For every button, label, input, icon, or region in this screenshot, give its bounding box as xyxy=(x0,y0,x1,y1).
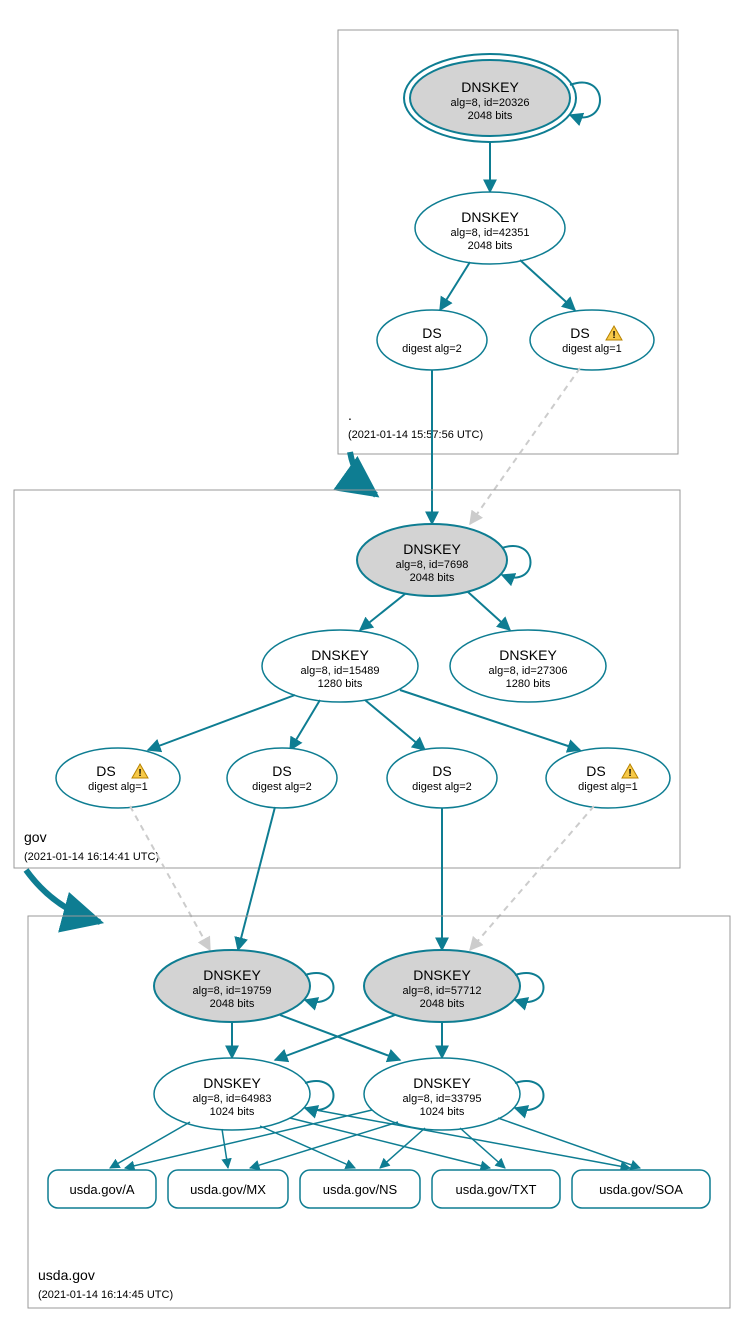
svg-text:1024 bits: 1024 bits xyxy=(210,1106,255,1118)
svg-text:1280 bits: 1280 bits xyxy=(318,678,363,690)
svg-text:DS: DS xyxy=(586,763,605,779)
node-root-ksk: DNSKEY alg=8, id=20326 2048 bits xyxy=(404,54,600,142)
svg-text:usda.gov/TXT: usda.gov/TXT xyxy=(456,1182,537,1197)
svg-text:alg=8, id=7698: alg=8, id=7698 xyxy=(396,559,469,571)
svg-text:DNSKEY: DNSKEY xyxy=(203,967,261,983)
svg-text:2048 bits: 2048 bits xyxy=(410,572,455,584)
svg-text:!: ! xyxy=(138,768,141,779)
node-gov-ksk: DNSKEY alg=8, id=7698 2048 bits xyxy=(357,524,531,596)
svg-text:DNSKEY: DNSKEY xyxy=(461,79,519,95)
node-gov-ds2: DS digest alg=2 xyxy=(227,748,337,808)
svg-text:digest alg=1: digest alg=1 xyxy=(88,781,148,793)
svg-text:alg=8, id=15489: alg=8, id=15489 xyxy=(301,665,380,677)
svg-text:1280 bits: 1280 bits xyxy=(506,678,551,690)
svg-text:alg=8, id=27306: alg=8, id=27306 xyxy=(489,665,568,677)
svg-text:usda.gov/A: usda.gov/A xyxy=(69,1182,134,1197)
node-gov-ds4: DS ! digest alg=1 xyxy=(546,748,670,808)
svg-text:alg=8, id=19759: alg=8, id=19759 xyxy=(193,985,272,997)
node-root-zsk: DNSKEY alg=8, id=42351 2048 bits xyxy=(415,192,565,264)
node-usda-ksk-57712: DNSKEY alg=8, id=57712 2048 bits xyxy=(364,950,544,1022)
rrset-ns: usda.gov/NS xyxy=(300,1170,420,1208)
rrset-mx: usda.gov/MX xyxy=(168,1170,288,1208)
svg-text:digest alg=2: digest alg=2 xyxy=(252,781,312,793)
svg-text:alg=8, id=20326: alg=8, id=20326 xyxy=(451,97,530,109)
svg-text:2048 bits: 2048 bits xyxy=(468,110,513,122)
svg-text:DS: DS xyxy=(96,763,115,779)
svg-text:DNSKEY: DNSKEY xyxy=(461,209,519,225)
rrset-a: usda.gov/A xyxy=(48,1170,156,1208)
svg-text:alg=8, id=57712: alg=8, id=57712 xyxy=(403,985,482,997)
zone-gov-label: gov xyxy=(24,829,47,845)
svg-text:usda.gov/NS: usda.gov/NS xyxy=(323,1182,398,1197)
zone-root-label: . xyxy=(348,407,352,423)
svg-text:usda.gov/MX: usda.gov/MX xyxy=(190,1182,266,1197)
svg-text:digest alg=1: digest alg=1 xyxy=(578,781,638,793)
svg-text:alg=8, id=42351: alg=8, id=42351 xyxy=(451,227,530,239)
svg-text:DNSKEY: DNSKEY xyxy=(203,1075,261,1091)
node-gov-ds3: DS digest alg=2 xyxy=(387,748,497,808)
dnssec-diagram: . (2021-01-14 15:57:56 UTC) DNSKEY alg=8… xyxy=(0,0,740,1320)
node-usda-zsk-33795: DNSKEY alg=8, id=33795 1024 bits xyxy=(364,1058,544,1130)
svg-text:!: ! xyxy=(612,330,615,341)
svg-text:2048 bits: 2048 bits xyxy=(468,240,513,252)
svg-text:DNSKEY: DNSKEY xyxy=(413,1075,471,1091)
svg-text:alg=8, id=64983: alg=8, id=64983 xyxy=(193,1093,272,1105)
node-usda-zsk-64983: DNSKEY alg=8, id=64983 1024 bits xyxy=(154,1058,334,1130)
rrset-soa: usda.gov/SOA xyxy=(572,1170,710,1208)
svg-text:digest alg=2: digest alg=2 xyxy=(412,781,472,793)
svg-text:DNSKEY: DNSKEY xyxy=(311,647,369,663)
rrset-txt: usda.gov/TXT xyxy=(432,1170,560,1208)
svg-text:alg=8, id=33795: alg=8, id=33795 xyxy=(403,1093,482,1105)
svg-text:DNSKEY: DNSKEY xyxy=(403,541,461,557)
zone-gov-timestamp: (2021-01-14 16:14:41 UTC) xyxy=(24,851,159,863)
svg-text:DS: DS xyxy=(422,325,441,341)
svg-text:2048 bits: 2048 bits xyxy=(420,998,465,1010)
zone-root: . (2021-01-14 15:57:56 UTC) DNSKEY alg=8… xyxy=(338,30,678,454)
svg-text:DNSKEY: DNSKEY xyxy=(499,647,557,663)
node-usda-ksk-19759: DNSKEY alg=8, id=19759 2048 bits xyxy=(154,950,334,1022)
node-root-ds-alg2: DS digest alg=2 xyxy=(377,310,487,370)
svg-text:DS: DS xyxy=(570,325,589,341)
node-gov-zsk-15489: DNSKEY alg=8, id=15489 1280 bits xyxy=(262,630,418,702)
zone-usda-label: usda.gov xyxy=(38,1267,95,1283)
svg-text:DS: DS xyxy=(272,763,291,779)
zone-gov: gov (2021-01-14 16:14:41 UTC) DNSKEY alg… xyxy=(14,490,680,868)
svg-text:digest alg=1: digest alg=1 xyxy=(562,343,622,355)
node-root-ds-alg1: DS ! digest alg=1 xyxy=(530,310,654,370)
svg-text:1024 bits: 1024 bits xyxy=(420,1106,465,1118)
svg-text:digest alg=2: digest alg=2 xyxy=(402,343,462,355)
zone-root-timestamp: (2021-01-14 15:57:56 UTC) xyxy=(348,429,483,441)
svg-text:DNSKEY: DNSKEY xyxy=(413,967,471,983)
node-gov-ds1: DS ! digest alg=1 xyxy=(56,748,180,808)
svg-text:DS: DS xyxy=(432,763,451,779)
zone-usda: usda.gov (2021-01-14 16:14:45 UTC) DNSKE… xyxy=(28,916,730,1308)
node-gov-zsk-27306: DNSKEY alg=8, id=27306 1280 bits xyxy=(450,630,606,702)
svg-text:usda.gov/SOA: usda.gov/SOA xyxy=(599,1182,683,1197)
zone-usda-timestamp: (2021-01-14 16:14:45 UTC) xyxy=(38,1289,173,1301)
svg-text:!: ! xyxy=(628,768,631,779)
svg-text:2048 bits: 2048 bits xyxy=(210,998,255,1010)
